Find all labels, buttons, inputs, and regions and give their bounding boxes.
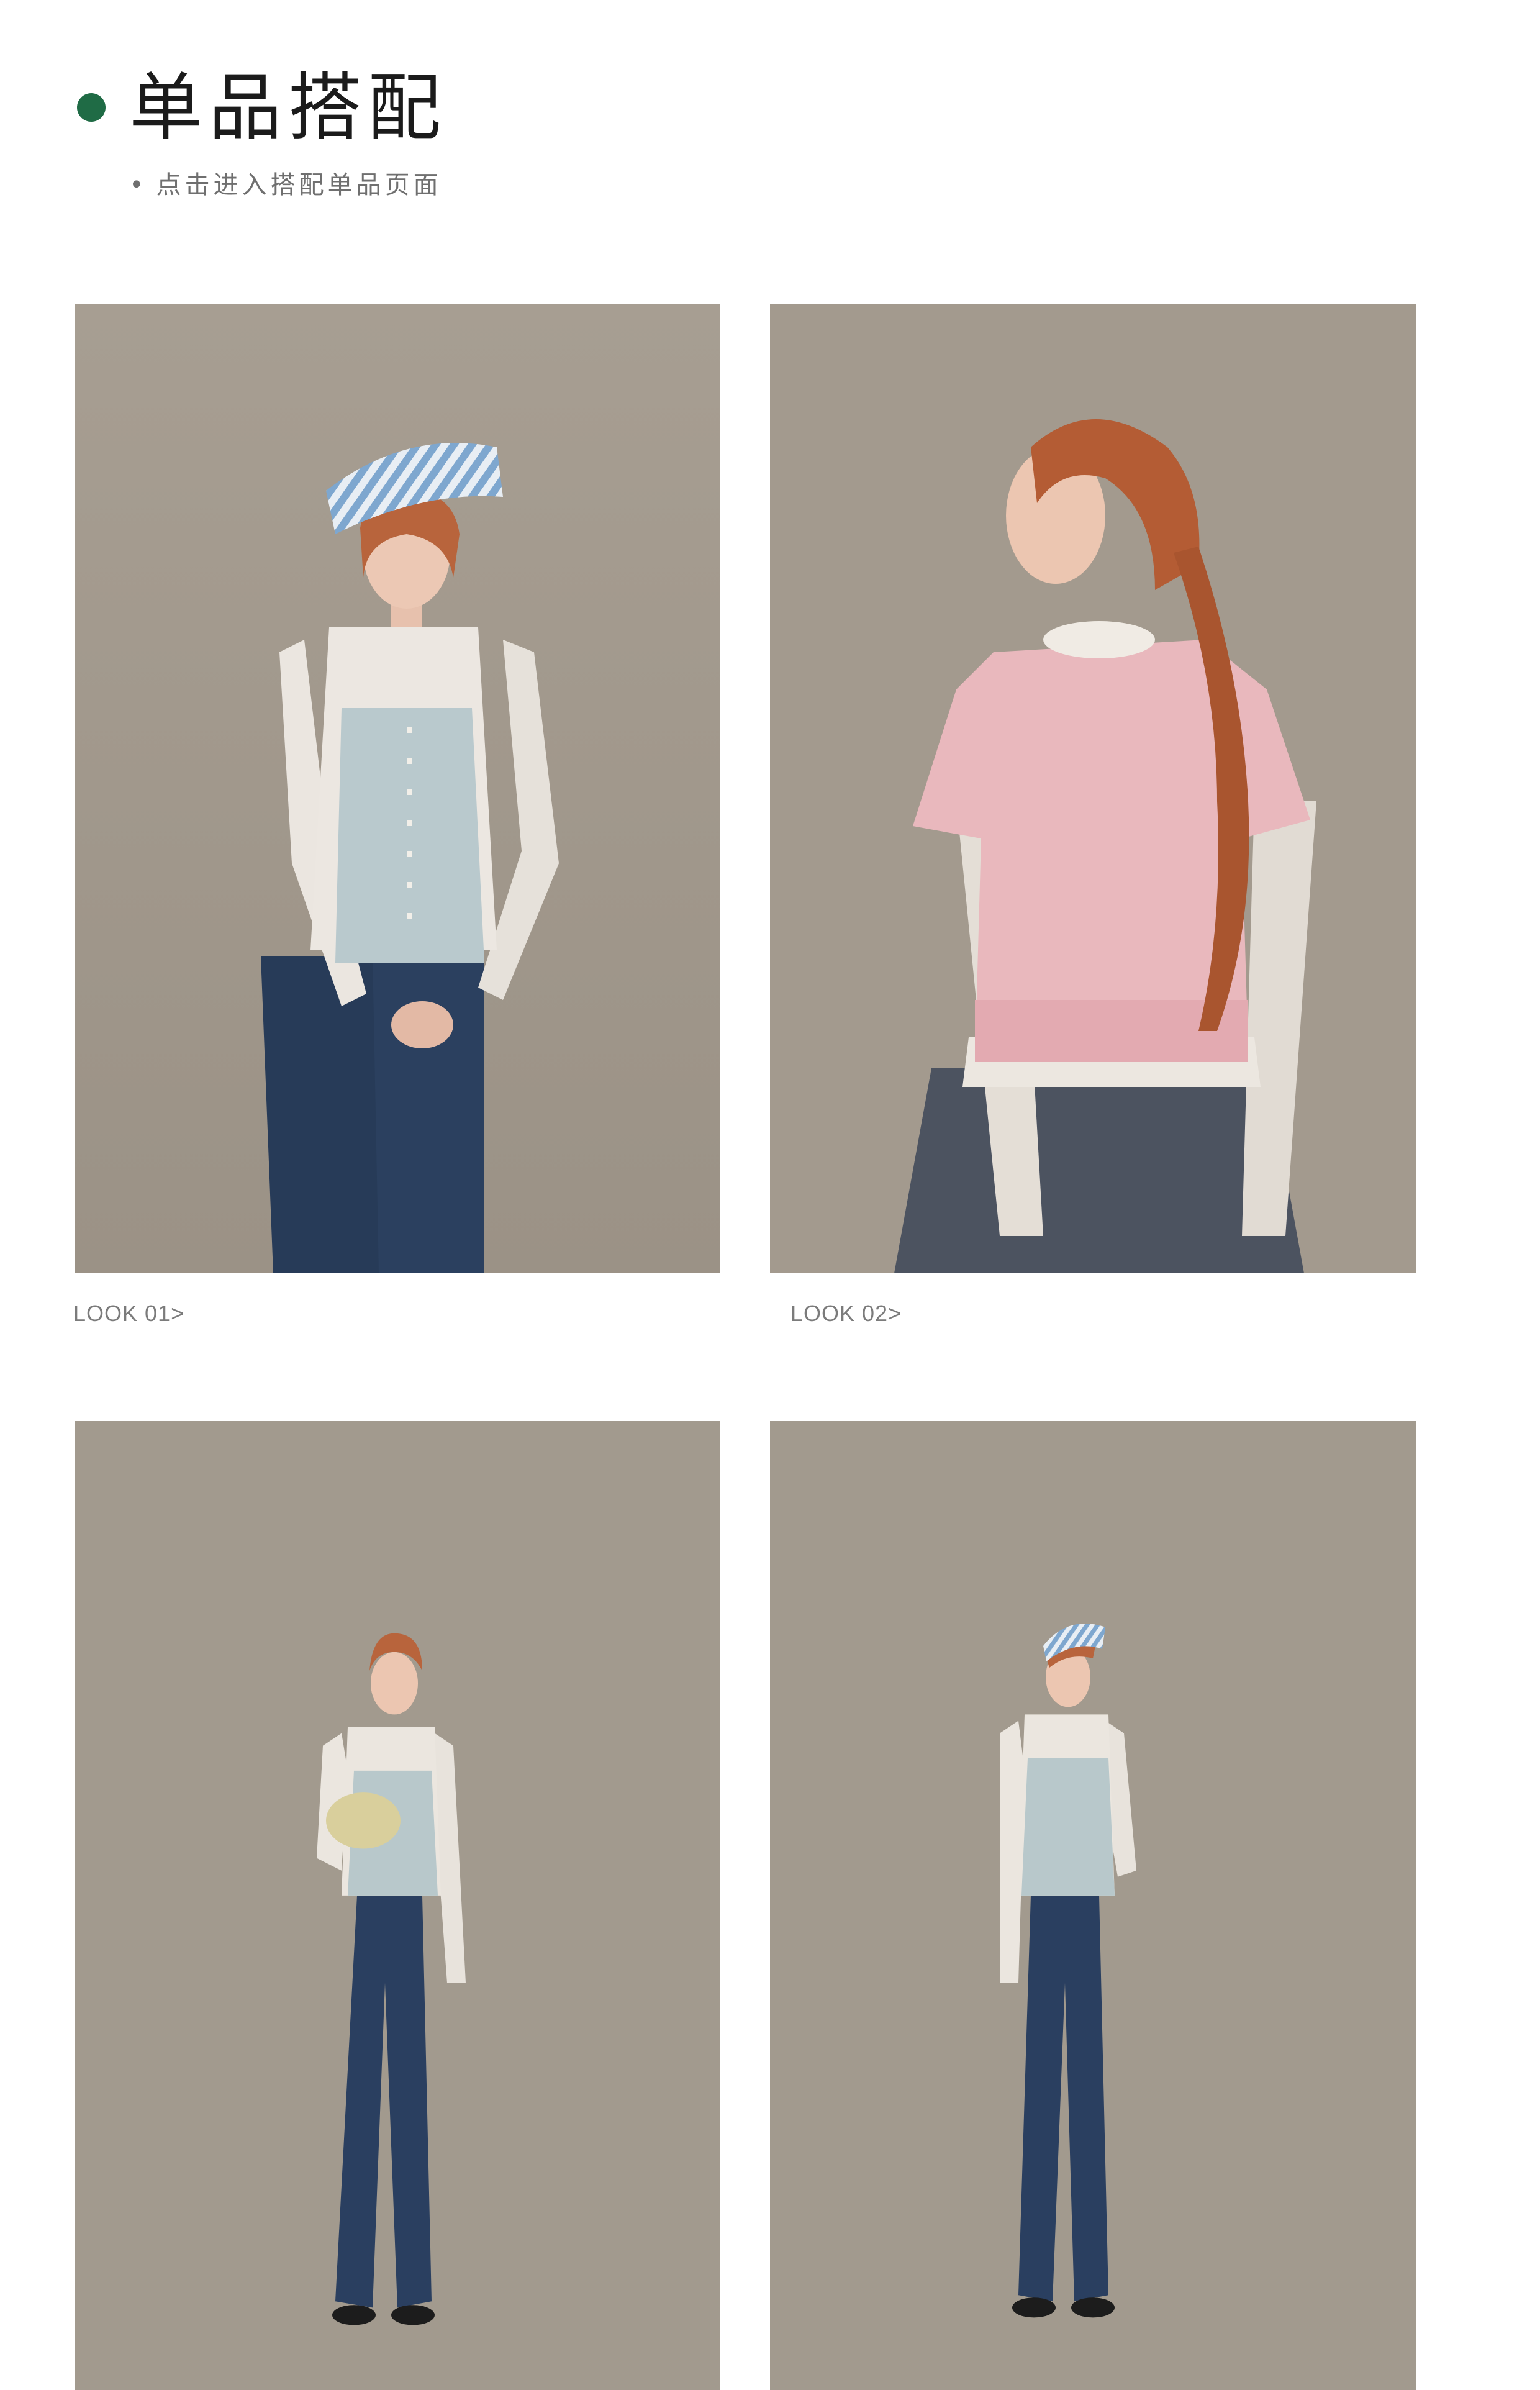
header-bullet-dot-icon [77, 93, 106, 122]
look-04-image[interactable] [770, 1421, 1416, 2390]
section-subtitle: • 点击进入搭配单品页面 [129, 166, 442, 204]
look-01-image[interactable] [75, 304, 720, 1273]
subtitle-text: 点击进入搭配单品页面 [156, 171, 442, 199]
look-01-link[interactable]: LOOK 01> [73, 1295, 184, 1332]
section-title: 单品搭配 [129, 65, 448, 150]
look-02-image[interactable] [770, 304, 1416, 1273]
look-02-link[interactable]: LOOK 02> [790, 1295, 902, 1332]
look-03-image[interactable] [75, 1421, 720, 2390]
subtitle-bullet: • [129, 171, 148, 199]
